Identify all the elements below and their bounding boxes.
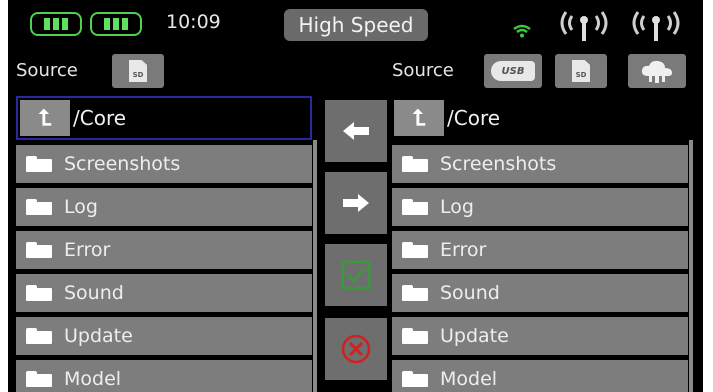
file-manager-screen: 10:09 High Speed Source SD Source USB SD bbox=[8, 0, 703, 392]
cancel-button[interactable] bbox=[325, 318, 387, 380]
left-source-label: Source bbox=[16, 60, 78, 81]
list-item[interactable]: Log bbox=[16, 188, 312, 226]
antenna-icon bbox=[632, 11, 680, 41]
battery-icon bbox=[90, 12, 142, 36]
left-path: /Core bbox=[73, 106, 127, 130]
left-file-panel: ⮤ /Core Screenshots Log Error Sound Upda… bbox=[16, 96, 312, 392]
cloud-icon bbox=[641, 60, 672, 83]
list-item[interactable]: Screenshots bbox=[392, 145, 688, 183]
folder-icon bbox=[402, 285, 428, 301]
cancel-icon bbox=[341, 334, 371, 364]
sd-card-icon: SD bbox=[572, 60, 590, 82]
usb-icon: USB bbox=[491, 61, 535, 81]
left-up-folder-button[interactable]: ⮤ bbox=[20, 100, 70, 136]
right-file-panel: ⮤ /Core Screenshots Log Error Sound Upda… bbox=[392, 96, 688, 392]
wifi-icon bbox=[513, 24, 531, 38]
folder-icon bbox=[26, 371, 52, 387]
battery-icon bbox=[30, 12, 82, 36]
up-arrow-icon: ⮤ bbox=[38, 105, 52, 131]
left-scrollbar[interactable] bbox=[313, 140, 317, 392]
folder-icon bbox=[402, 371, 428, 387]
copy-left-button[interactable] bbox=[325, 100, 387, 162]
confirm-button[interactable] bbox=[325, 244, 387, 306]
folder-icon bbox=[26, 328, 52, 344]
right-path-bar: ⮤ /Core bbox=[392, 96, 688, 140]
up-arrow-icon: ⮤ bbox=[412, 105, 426, 131]
clock: 10:09 bbox=[166, 11, 221, 33]
left-path-bar: ⮤ /Core bbox=[16, 96, 312, 140]
list-item[interactable]: Sound bbox=[392, 274, 688, 312]
list-item[interactable]: Model bbox=[16, 360, 312, 392]
right-source-sd-button[interactable]: SD bbox=[555, 54, 607, 88]
list-item[interactable]: Log bbox=[392, 188, 688, 226]
right-source-label: Source bbox=[392, 60, 454, 81]
arrow-right-icon bbox=[343, 194, 369, 212]
folder-icon bbox=[26, 285, 52, 301]
left-source-sd-button[interactable]: SD bbox=[112, 54, 164, 88]
list-item[interactable]: Update bbox=[392, 317, 688, 355]
right-up-folder-button[interactable]: ⮤ bbox=[394, 100, 444, 136]
list-item[interactable]: Error bbox=[16, 231, 312, 269]
right-source-cloud-button[interactable] bbox=[628, 54, 686, 88]
list-item[interactable]: Model bbox=[392, 360, 688, 392]
arrow-left-icon bbox=[343, 122, 369, 140]
folder-icon bbox=[402, 156, 428, 172]
list-item[interactable]: Screenshots bbox=[16, 145, 312, 183]
folder-icon bbox=[402, 328, 428, 344]
antenna-icon bbox=[560, 11, 608, 41]
folder-icon bbox=[402, 242, 428, 258]
sd-card-icon: SD bbox=[129, 60, 147, 82]
folder-icon bbox=[26, 242, 52, 258]
folder-icon bbox=[26, 156, 52, 172]
right-path: /Core bbox=[447, 106, 501, 130]
right-scrollbar[interactable] bbox=[689, 140, 693, 392]
list-item[interactable]: Update bbox=[16, 317, 312, 355]
list-item[interactable]: Sound bbox=[16, 274, 312, 312]
copy-right-button[interactable] bbox=[325, 172, 387, 234]
folder-icon bbox=[402, 199, 428, 215]
mode-badge: High Speed bbox=[284, 9, 428, 41]
confirm-icon bbox=[341, 260, 371, 290]
right-source-usb-button[interactable]: USB bbox=[484, 54, 542, 88]
folder-icon bbox=[26, 199, 52, 215]
list-item[interactable]: Error bbox=[392, 231, 688, 269]
